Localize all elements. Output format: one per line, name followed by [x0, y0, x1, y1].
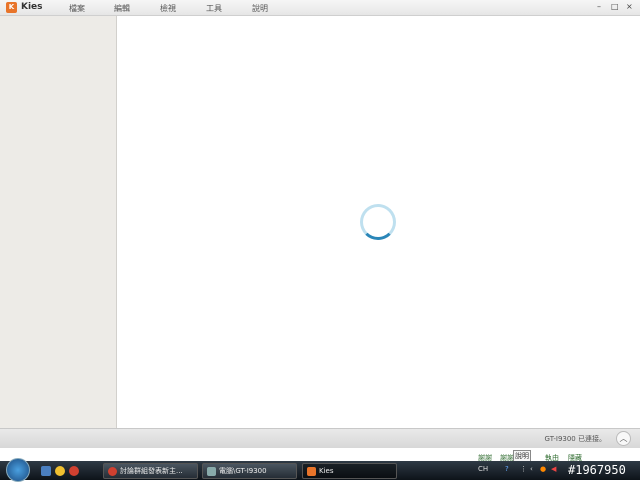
menu-edit[interactable]: 編輯	[114, 3, 130, 14]
tray-app-icon[interactable]: ●	[540, 465, 546, 473]
menu-file[interactable]: 檔案	[69, 3, 85, 14]
app-title: Kies	[21, 2, 43, 12]
background-window: 謝謝 謝謝 執由 隱藏	[0, 448, 640, 462]
show-hidden-icon[interactable]: ‹	[530, 465, 533, 473]
menu-view[interactable]: 檢視	[160, 3, 176, 14]
menu-tools[interactable]: 工具	[206, 3, 222, 14]
watermark: #1967950	[568, 463, 626, 477]
kies-logo-icon: K	[6, 2, 17, 13]
messenger-icon[interactable]	[55, 466, 65, 476]
sidebar	[0, 16, 117, 428]
device-icon	[207, 467, 216, 476]
start-button[interactable]	[6, 458, 30, 482]
help-icon[interactable]: ?	[505, 465, 509, 473]
taskbar: 討論群組發表新主... 電腦\GT-I9300 Kies CH ? ⋮ ‹ ● …	[0, 458, 640, 482]
expand-up-button[interactable]: ︿	[616, 431, 631, 446]
title-bar: K Kies 檔案 編輯 檢視 工具 說明 – □ ×	[0, 0, 640, 16]
menu-help[interactable]: 說明	[252, 3, 268, 14]
kies-icon	[307, 467, 316, 476]
connection-status: GT-I9300 已連接。	[544, 435, 606, 443]
network-icon[interactable]: ⋮	[520, 465, 527, 473]
chrome-icon	[108, 467, 117, 476]
task-explorer[interactable]: 電腦\GT-I9300	[202, 463, 297, 479]
chrome-icon[interactable]	[69, 466, 79, 476]
loading-spinner-icon	[360, 204, 396, 240]
show-desktop-icon[interactable]	[41, 466, 51, 476]
close-button[interactable]: ×	[626, 2, 633, 11]
task-label: 電腦\GT-I9300	[219, 467, 267, 475]
volume-icon[interactable]: ◀	[551, 465, 556, 473]
task-kies[interactable]: Kies	[302, 463, 397, 479]
task-chrome[interactable]: 討論群組發表新主...	[103, 463, 198, 479]
task-label: Kies	[319, 467, 334, 475]
minimize-button[interactable]: –	[597, 2, 601, 11]
task-label: 討論群組發表新主...	[120, 467, 183, 475]
language-indicator[interactable]: CH	[478, 465, 488, 473]
status-bar: GT-I9300 已連接。 ︿	[0, 428, 640, 448]
maximize-button[interactable]: □	[611, 2, 619, 11]
